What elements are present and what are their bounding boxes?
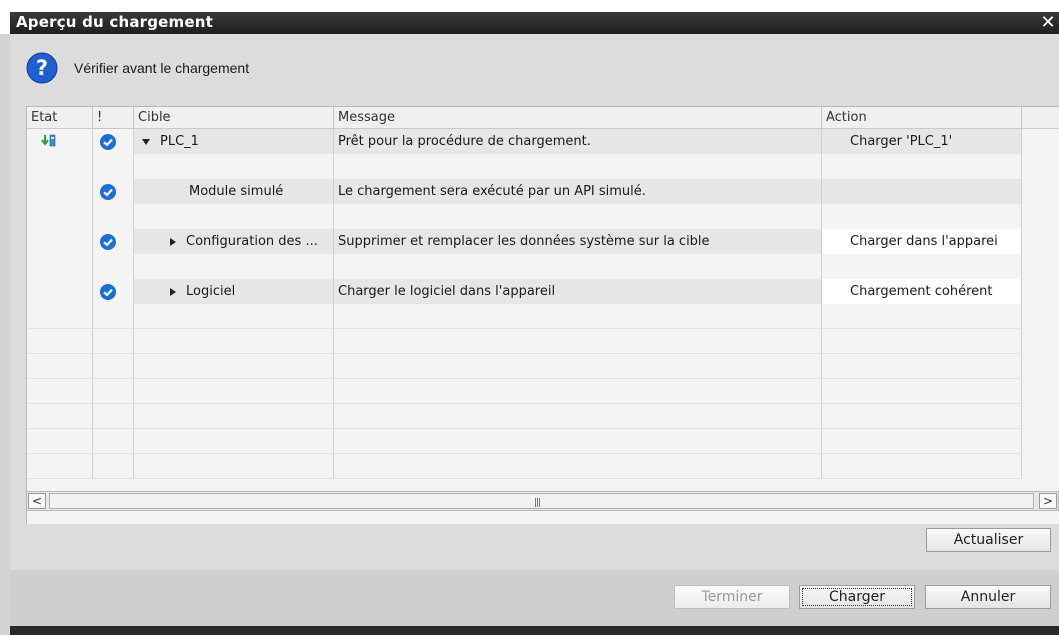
actualiser-button[interactable]: Actualiser bbox=[926, 528, 1051, 552]
header-etat[interactable]: Etat bbox=[27, 107, 93, 128]
status-cell bbox=[27, 179, 93, 204]
window-title: Aperçu du chargement bbox=[16, 13, 214, 31]
table-header: Etat ! Cible Message Action bbox=[27, 107, 1059, 129]
header-cible[interactable]: Cible bbox=[134, 107, 334, 128]
title-bar: Aperçu du chargement ✕ bbox=[0, 0, 1059, 34]
annuler-button[interactable]: Annuler bbox=[925, 585, 1051, 609]
horizontal-scrollbar[interactable]: < ||| > bbox=[26, 491, 1059, 511]
svg-text:?: ? bbox=[36, 56, 48, 80]
table-row-empty bbox=[27, 354, 1059, 379]
table-row-empty bbox=[27, 454, 1059, 479]
collapse-triangle-icon[interactable] bbox=[142, 138, 150, 145]
cible-label: Configuration des ... bbox=[186, 234, 318, 249]
table-row-empty bbox=[27, 379, 1059, 404]
table-row-empty bbox=[27, 329, 1059, 354]
header-filler bbox=[1022, 107, 1059, 128]
scroll-left-button[interactable]: < bbox=[28, 493, 46, 509]
charger-button[interactable]: Charger bbox=[799, 585, 915, 609]
status-cell bbox=[27, 229, 93, 254]
close-button[interactable]: ✕ bbox=[1039, 14, 1057, 32]
check-icon bbox=[100, 134, 116, 150]
bottom-bar bbox=[10, 626, 1059, 635]
cible-label: PLC_1 bbox=[160, 134, 199, 149]
table-row-spacer bbox=[27, 204, 1059, 229]
check-icon bbox=[100, 284, 116, 300]
question-icon: ? bbox=[26, 52, 58, 84]
check-cell bbox=[93, 229, 134, 254]
header-warning[interactable]: ! bbox=[93, 107, 134, 128]
title-bar-strip: Aperçu du chargement ✕ bbox=[10, 12, 1059, 34]
download-status-icon bbox=[41, 134, 56, 147]
table-row-spacer bbox=[27, 154, 1059, 179]
header-action[interactable]: Action bbox=[822, 107, 1022, 128]
header-message[interactable]: Message bbox=[334, 107, 822, 128]
scroll-grip-icon: ||| bbox=[534, 498, 541, 508]
cible-cell: Logiciel bbox=[134, 279, 334, 304]
table-row-empty bbox=[27, 404, 1059, 429]
cible-cell: PLC_1 bbox=[134, 129, 334, 154]
table-row[interactable]: Module simulé Le chargement sera exécuté… bbox=[27, 179, 1059, 204]
check-cell bbox=[93, 129, 134, 154]
dialog-footer: Terminer Charger Annuler bbox=[10, 570, 1059, 626]
scroll-right-button[interactable]: > bbox=[1039, 493, 1057, 509]
table-row[interactable]: PLC_1 Prêt pour la procédure de chargeme… bbox=[27, 129, 1059, 154]
check-cell bbox=[93, 279, 134, 304]
action-dropdown[interactable]: Charger dans l'apparei bbox=[822, 229, 1022, 254]
status-cell bbox=[27, 279, 93, 304]
scroll-thumb[interactable]: ||| bbox=[49, 493, 1034, 509]
cible-cell: Configuration des ... bbox=[134, 229, 334, 254]
action-dropdown[interactable]: Chargement cohérent bbox=[822, 279, 1022, 304]
message-cell: Supprimer et remplacer les données systè… bbox=[334, 229, 822, 254]
prompt-text: Vérifier avant le chargement bbox=[74, 60, 250, 76]
table-row-spacer bbox=[27, 254, 1059, 279]
table-row[interactable]: Configuration des ... Supprimer et rempl… bbox=[27, 229, 1059, 254]
message-cell: Charger le logiciel dans l'appareil bbox=[334, 279, 822, 304]
check-icon bbox=[100, 184, 116, 200]
message-cell: Prêt pour la procédure de chargement. bbox=[334, 129, 822, 154]
check-cell bbox=[93, 179, 134, 204]
status-cell bbox=[27, 129, 93, 154]
action-cell[interactable]: Charger 'PLC_1' bbox=[822, 129, 1022, 154]
cible-cell: Module simulé bbox=[134, 179, 334, 204]
message-cell: Le chargement sera exécuté par un API si… bbox=[334, 179, 822, 204]
cible-label: Logiciel bbox=[186, 284, 236, 299]
table-row-empty bbox=[27, 304, 1059, 329]
table-row-empty bbox=[27, 429, 1059, 454]
expand-triangle-icon[interactable] bbox=[170, 287, 176, 296]
load-preview-dialog: ? Vérifier avant le chargement Etat ! Ci… bbox=[10, 34, 1059, 635]
action-cell bbox=[822, 179, 1022, 204]
load-preview-table: Etat ! Cible Message Action PLC_1 Prêt p… bbox=[26, 106, 1059, 524]
expand-triangle-icon[interactable] bbox=[170, 237, 176, 246]
check-icon bbox=[100, 234, 116, 250]
terminer-button[interactable]: Terminer bbox=[674, 585, 790, 609]
table-row[interactable]: Logiciel Charger le logiciel dans l'appa… bbox=[27, 279, 1059, 304]
